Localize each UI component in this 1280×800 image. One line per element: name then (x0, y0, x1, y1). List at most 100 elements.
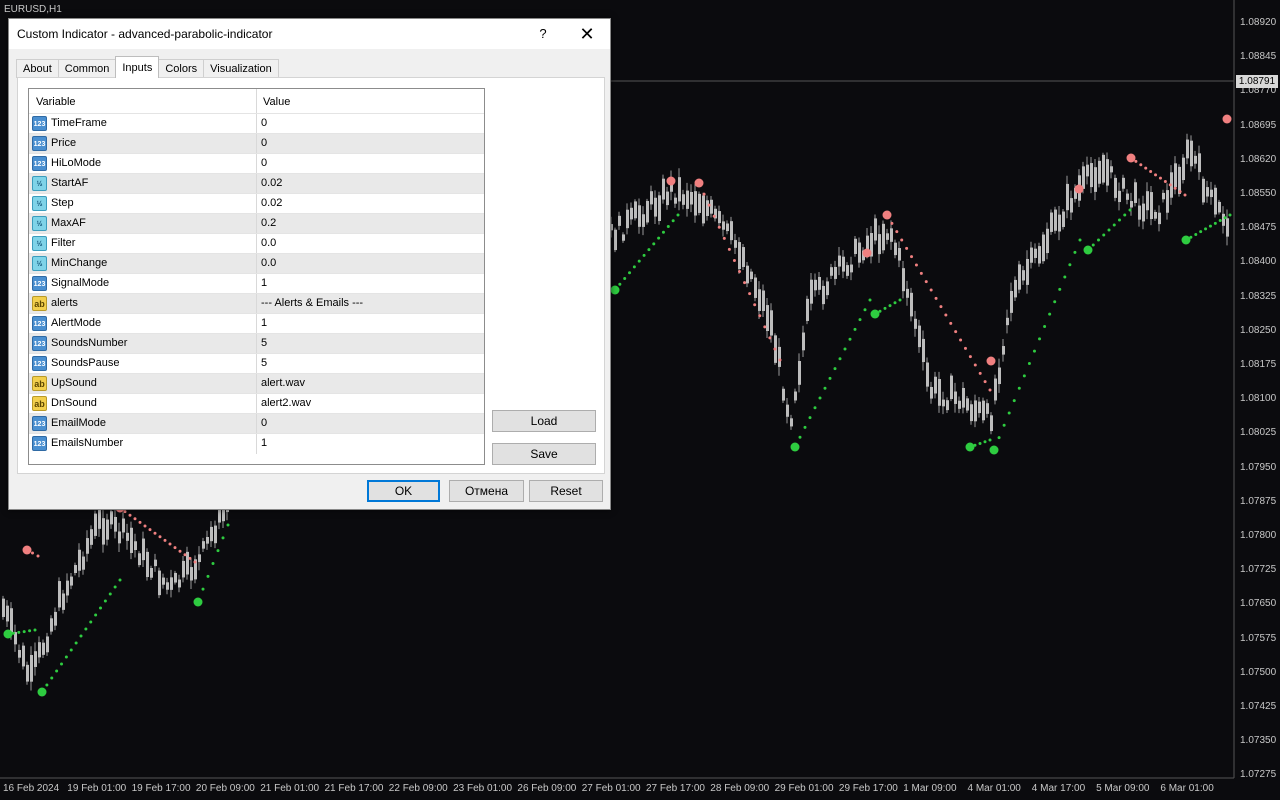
variable-value[interactable]: 0 (261, 414, 267, 433)
sar-up-dot (1017, 386, 1021, 390)
sar-up-dot (1107, 228, 1111, 232)
candle-body (1158, 212, 1161, 225)
sar-up-dot (863, 308, 867, 312)
price-tick-label: 1.08845 (1240, 51, 1277, 63)
candle-body (34, 651, 37, 667)
variable-value[interactable]: alert.wav (261, 374, 305, 393)
dialog-titlebar[interactable]: Custom Indicator - advanced-parabolic-in… (9, 19, 610, 49)
tab-about[interactable]: About (16, 59, 59, 78)
candle-body (134, 541, 137, 551)
sar-up-dot (657, 236, 661, 240)
sar-up-dot (1228, 213, 1232, 217)
candle-body (650, 191, 653, 205)
variable-value[interactable]: 0.2 (261, 214, 276, 233)
input-row-alertmode[interactable]: 123 AlertMode 1 (29, 313, 484, 334)
sar-up-dot (193, 597, 203, 607)
input-row-price[interactable]: 123 Price 0 (29, 133, 484, 154)
sar-up-dot (623, 276, 627, 280)
input-row-dnsound[interactable]: ab DnSound alert2.wav (29, 393, 484, 414)
candle-body (150, 568, 153, 578)
variable-value[interactable]: --- Alerts & Emails --- (261, 294, 363, 313)
variable-value[interactable]: 0.0 (261, 234, 276, 253)
variable-value[interactable]: 5 (261, 354, 267, 373)
candle-body (766, 305, 769, 332)
variable-value[interactable]: 0.0 (261, 254, 276, 273)
input-row-signalmode[interactable]: 123 SignalMode 1 (29, 273, 484, 294)
sar-up-dot (1053, 300, 1057, 304)
candle-body (1110, 166, 1113, 173)
sar-up-dot (1189, 235, 1193, 239)
load-button[interactable]: Load (492, 410, 596, 432)
variable-value[interactable]: 0.02 (261, 194, 282, 213)
tab-bar: About Common Inputs Colors Visualization (16, 56, 279, 78)
input-row-soundspause[interactable]: 123 SoundsPause 5 (29, 353, 484, 374)
variable-value[interactable]: 1 (261, 314, 267, 333)
candle-body (122, 518, 125, 533)
column-header-variable[interactable]: Variable (29, 89, 76, 113)
tab-common[interactable]: Common (57, 59, 117, 78)
input-row-maxaf[interactable]: ½ MaxAF 0.2 (29, 213, 484, 234)
variable-value[interactable]: 5 (261, 334, 267, 353)
variable-value[interactable]: 1 (261, 274, 267, 293)
sar-up-dot (647, 248, 651, 252)
candle-body (110, 511, 113, 525)
input-row-alerts[interactable]: ab alerts --- Alerts & Emails --- (29, 293, 484, 314)
ok-button[interactable]: OK (367, 480, 440, 502)
tab-visualization[interactable]: Visualization (203, 59, 279, 78)
variable-value[interactable]: 0.02 (261, 174, 282, 193)
input-row-emailmode[interactable]: 123 EmailMode 0 (29, 413, 484, 434)
column-header-value[interactable]: Value (256, 89, 290, 113)
input-row-step[interactable]: ½ Step 0.02 (29, 193, 484, 214)
candle-body (990, 415, 993, 432)
cancel-button[interactable]: Отмена (449, 480, 524, 502)
reset-button[interactable]: Reset (529, 480, 603, 502)
input-row-timeframe[interactable]: 123 TimeFrame 0 (29, 113, 484, 134)
candle-body (974, 400, 977, 422)
sar-up-dot (113, 585, 117, 589)
input-row-startaf[interactable]: ½ StartAF 0.02 (29, 173, 484, 194)
input-row-hilomode[interactable]: 123 HiLoMode 0 (29, 153, 484, 174)
sar-up-dot (828, 376, 832, 380)
candle-body (1086, 164, 1089, 177)
tab-colors[interactable]: Colors (158, 59, 205, 78)
candle-body (966, 398, 969, 411)
candle-body (70, 576, 73, 586)
grid-header: Variable Value (29, 89, 484, 113)
candle-body (158, 570, 161, 596)
sar-up-dot (983, 440, 987, 444)
sar-up-dot (1007, 411, 1011, 415)
variable-value[interactable]: 0 (261, 154, 267, 173)
variable-value[interactable]: 0 (261, 134, 267, 153)
sar-up-dot (1194, 232, 1198, 236)
input-row-minchange[interactable]: ½ MinChange 0.0 (29, 253, 484, 274)
variable-value[interactable]: 0 (261, 114, 267, 133)
sar-down-dot (768, 336, 772, 340)
save-button[interactable]: Save (492, 443, 596, 465)
column-separator (256, 234, 257, 254)
candle-body (786, 404, 789, 417)
sar-up-dot (637, 259, 641, 263)
sar-down-dot (983, 380, 987, 384)
input-row-filter[interactable]: ½ Filter 0.0 (29, 233, 484, 254)
candle-body (1146, 191, 1149, 211)
candle-body (970, 404, 973, 422)
candle-body (142, 538, 145, 561)
input-row-upsound[interactable]: ab UpSound alert.wav (29, 373, 484, 394)
sar-up-dot (803, 425, 807, 429)
sar-up-dot (1091, 243, 1095, 247)
input-row-emailsnumber[interactable]: 123 EmailsNumber 1 (29, 433, 484, 454)
inputs-panel: Variable Value 123 TimeFrame 0 123 Price 0 123… (17, 77, 605, 474)
variable-value[interactable]: 1 (261, 434, 267, 453)
tab-inputs[interactable]: Inputs (115, 56, 160, 78)
help-button[interactable]: ? (531, 23, 555, 45)
sar-down-dot (748, 292, 752, 296)
close-button[interactable]: ✕ (573, 21, 601, 47)
sar-up-dot (618, 282, 622, 286)
sar-down-dot (153, 531, 157, 535)
candle-body (1006, 317, 1009, 326)
input-row-soundsnumber[interactable]: 123 SoundsNumber 5 (29, 333, 484, 354)
sar-up-dot (1208, 224, 1212, 228)
variable-value[interactable]: alert2.wav (261, 394, 311, 413)
sar-up-dot (1012, 399, 1016, 403)
inputs-grid: Variable Value 123 TimeFrame 0 123 Price 0 123… (28, 88, 485, 465)
